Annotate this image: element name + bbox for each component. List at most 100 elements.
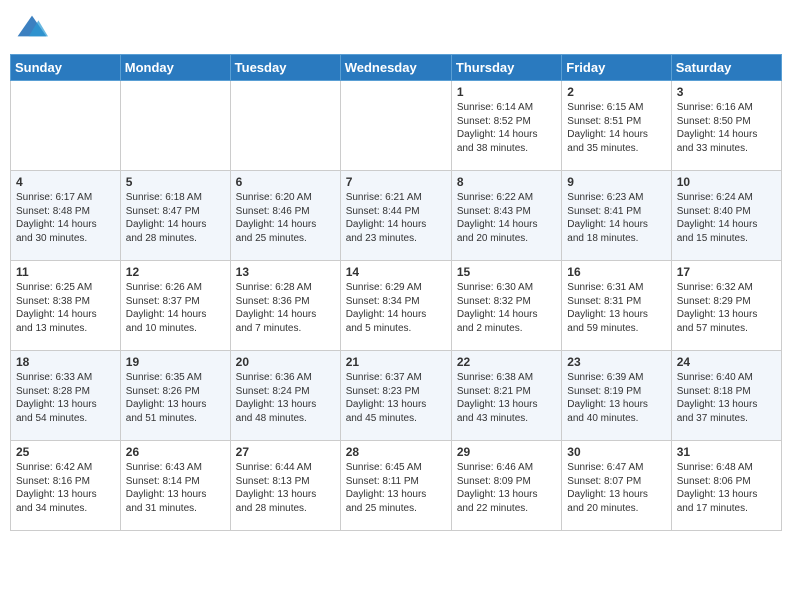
day-number: 28 — [346, 445, 446, 459]
calendar-cell: 27 Sunrise: 6:44 AM Sunset: 8:13 PM Dayli… — [230, 441, 340, 531]
calendar-cell: 21Sunrise: 6:37 AM Sunset: 8:23 PM Dayli… — [340, 351, 451, 441]
cell-info: Sunrise: 6:48 AM Sunset: 8:06 PM Dayligh… — [677, 461, 776, 515]
day-number: 11 — [16, 265, 115, 279]
calendar-cell: 10 Sunrise: 6:24 AM Sunset: 8:40 PM Dayli… — [671, 171, 781, 261]
cell-info: Sunrise: 6:44 AM Sunset: 8:13 PM Dayligh… — [236, 461, 335, 515]
day-number: 10 — [677, 175, 776, 189]
day-number: 6 — [236, 175, 335, 189]
cell-info: Sunrise: 6:33 AM Sunset: 8:28 PM Dayligh… — [16, 371, 115, 425]
day-number: 3 — [677, 85, 776, 99]
calendar-week-2: 4Sunrise: 6:17 AM Sunset: 8:48 PM Daylig… — [11, 171, 782, 261]
calendar-week-5: 25 Sunrise: 6:42 AM Sunset: 8:16 PM Dayli… — [11, 441, 782, 531]
cell-info: Sunrise: 6:30 AM Sunset: 8:32 PM Dayligh… — [457, 281, 556, 335]
day-number: 15 — [457, 265, 556, 279]
calendar-cell: 20 Sunrise: 6:36 AM Sunset: 8:24 PM Dayli… — [230, 351, 340, 441]
day-number: 5 — [126, 175, 225, 189]
calendar-cell: 3 Sunrise: 6:16 AM Sunset: 8:50 PM Daylig… — [671, 81, 781, 171]
weekday-header-row: SundayMondayTuesdayWednesdayThursdayFrid… — [11, 55, 782, 81]
cell-info: Sunrise: 6:15 AM Sunset: 8:51 PM Dayligh… — [567, 101, 665, 155]
calendar-cell — [340, 81, 451, 171]
cell-info: Sunrise: 6:37 AM Sunset: 8:23 PM Dayligh… — [346, 371, 446, 425]
calendar-cell: 28 Sunrise: 6:45 AM Sunset: 8:11 PM Dayli… — [340, 441, 451, 531]
calendar-cell: 2 Sunrise: 6:15 AM Sunset: 8:51 PM Daylig… — [562, 81, 671, 171]
calendar-cell: 5 Sunrise: 6:18 AM Sunset: 8:47 PM Daylig… — [120, 171, 230, 261]
cell-info: Sunrise: 6:18 AM Sunset: 8:47 PM Dayligh… — [126, 191, 225, 245]
calendar-cell — [120, 81, 230, 171]
cell-info: Sunrise: 6:32 AM Sunset: 8:29 PM Dayligh… — [677, 281, 776, 335]
cell-info: Sunrise: 6:22 AM Sunset: 8:43 PM Dayligh… — [457, 191, 556, 245]
day-number: 17 — [677, 265, 776, 279]
calendar-cell: 16 Sunrise: 6:31 AM Sunset: 8:31 PM Dayli… — [562, 261, 671, 351]
day-number: 25 — [16, 445, 115, 459]
cell-info: Sunrise: 6:21 AM Sunset: 8:44 PM Dayligh… — [346, 191, 446, 245]
weekday-header-wednesday: Wednesday — [340, 55, 451, 81]
calendar-cell — [230, 81, 340, 171]
cell-info: Sunrise: 6:25 AM Sunset: 8:38 PM Dayligh… — [16, 281, 115, 335]
calendar-cell: 8 Sunrise: 6:22 AM Sunset: 8:43 PM Daylig… — [451, 171, 561, 261]
calendar-cell: 6 Sunrise: 6:20 AM Sunset: 8:46 PM Daylig… — [230, 171, 340, 261]
day-number: 22 — [457, 355, 556, 369]
day-number: 19 — [126, 355, 225, 369]
day-number: 20 — [236, 355, 335, 369]
day-number: 12 — [126, 265, 225, 279]
calendar-cell: 17 Sunrise: 6:32 AM Sunset: 8:29 PM Dayli… — [671, 261, 781, 351]
calendar-cell: 1 Sunrise: 6:14 AM Sunset: 8:52 PM Daylig… — [451, 81, 561, 171]
day-number: 7 — [346, 175, 446, 189]
calendar-cell: 23Sunrise: 6:39 AM Sunset: 8:19 PM Dayli… — [562, 351, 671, 441]
cell-info: Sunrise: 6:26 AM Sunset: 8:37 PM Dayligh… — [126, 281, 225, 335]
day-number: 16 — [567, 265, 665, 279]
cell-info: Sunrise: 6:23 AM Sunset: 8:41 PM Dayligh… — [567, 191, 665, 245]
logo — [16, 14, 52, 42]
calendar-cell: 24 Sunrise: 6:40 AM Sunset: 8:18 PM Dayli… — [671, 351, 781, 441]
calendar-cell: 7 Sunrise: 6:21 AM Sunset: 8:44 PM Daylig… — [340, 171, 451, 261]
cell-info: Sunrise: 6:36 AM Sunset: 8:24 PM Dayligh… — [236, 371, 335, 425]
calendar-cell: 9 Sunrise: 6:23 AM Sunset: 8:41 PM Daylig… — [562, 171, 671, 261]
calendar-cell: 15 Sunrise: 6:30 AM Sunset: 8:32 PM Dayli… — [451, 261, 561, 351]
day-number: 8 — [457, 175, 556, 189]
day-number: 18 — [16, 355, 115, 369]
day-number: 14 — [346, 265, 446, 279]
weekday-header-saturday: Saturday — [671, 55, 781, 81]
cell-info: Sunrise: 6:31 AM Sunset: 8:31 PM Dayligh… — [567, 281, 665, 335]
calendar-cell: 19 Sunrise: 6:35 AM Sunset: 8:26 PM Dayli… — [120, 351, 230, 441]
calendar-cell: 31 Sunrise: 6:48 AM Sunset: 8:06 PM Dayli… — [671, 441, 781, 531]
day-number: 23 — [567, 355, 665, 369]
cell-info: Sunrise: 6:46 AM Sunset: 8:09 PM Dayligh… — [457, 461, 556, 515]
calendar-table: SundayMondayTuesdayWednesdayThursdayFrid… — [10, 54, 782, 531]
cell-info: Sunrise: 6:42 AM Sunset: 8:16 PM Dayligh… — [16, 461, 115, 515]
day-number: 2 — [567, 85, 665, 99]
cell-info: Sunrise: 6:24 AM Sunset: 8:40 PM Dayligh… — [677, 191, 776, 245]
day-number: 31 — [677, 445, 776, 459]
cell-info: Sunrise: 6:40 AM Sunset: 8:18 PM Dayligh… — [677, 371, 776, 425]
weekday-header-monday: Monday — [120, 55, 230, 81]
day-number: 9 — [567, 175, 665, 189]
weekday-header-thursday: Thursday — [451, 55, 561, 81]
calendar-week-3: 11 Sunrise: 6:25 AM Sunset: 8:38 PM Dayli… — [11, 261, 782, 351]
day-number: 27 — [236, 445, 335, 459]
calendar-cell: 13Sunrise: 6:28 AM Sunset: 8:36 PM Dayli… — [230, 261, 340, 351]
weekday-header-friday: Friday — [562, 55, 671, 81]
calendar-cell: 25 Sunrise: 6:42 AM Sunset: 8:16 PM Dayli… — [11, 441, 121, 531]
calendar-cell: 26Sunrise: 6:43 AM Sunset: 8:14 PM Dayli… — [120, 441, 230, 531]
day-number: 26 — [126, 445, 225, 459]
cell-info: Sunrise: 6:45 AM Sunset: 8:11 PM Dayligh… — [346, 461, 446, 515]
cell-info: Sunrise: 6:29 AM Sunset: 8:34 PM Dayligh… — [346, 281, 446, 335]
cell-info: Sunrise: 6:35 AM Sunset: 8:26 PM Dayligh… — [126, 371, 225, 425]
page-header — [10, 10, 782, 46]
cell-info: Sunrise: 6:14 AM Sunset: 8:52 PM Dayligh… — [457, 101, 556, 155]
calendar-cell: 18 Sunrise: 6:33 AM Sunset: 8:28 PM Dayli… — [11, 351, 121, 441]
calendar-week-1: 1 Sunrise: 6:14 AM Sunset: 8:52 PM Daylig… — [11, 81, 782, 171]
day-number: 24 — [677, 355, 776, 369]
cell-info: Sunrise: 6:47 AM Sunset: 8:07 PM Dayligh… — [567, 461, 665, 515]
logo-icon — [16, 14, 48, 42]
calendar-cell: 22 Sunrise: 6:38 AM Sunset: 8:21 PM Dayli… — [451, 351, 561, 441]
day-number: 1 — [457, 85, 556, 99]
day-number: 4 — [16, 175, 115, 189]
cell-info: Sunrise: 6:20 AM Sunset: 8:46 PM Dayligh… — [236, 191, 335, 245]
cell-info: Sunrise: 6:38 AM Sunset: 8:21 PM Dayligh… — [457, 371, 556, 425]
calendar-cell: 12 Sunrise: 6:26 AM Sunset: 8:37 PM Dayli… — [120, 261, 230, 351]
weekday-header-tuesday: Tuesday — [230, 55, 340, 81]
day-number: 29 — [457, 445, 556, 459]
cell-info: Sunrise: 6:16 AM Sunset: 8:50 PM Dayligh… — [677, 101, 776, 155]
calendar-cell — [11, 81, 121, 171]
